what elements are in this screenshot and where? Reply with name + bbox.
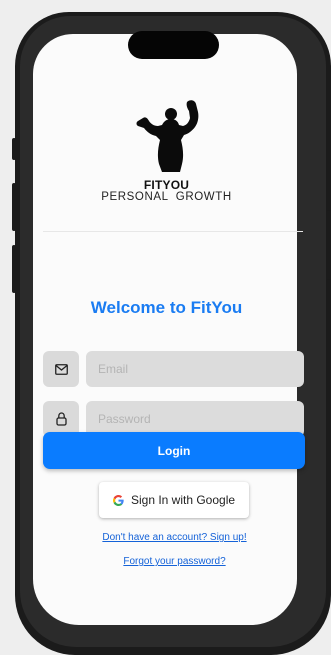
- google-sign-in-label: Sign In with Google: [130, 493, 236, 507]
- email-icon-box: [43, 351, 79, 387]
- signup-link-row: Don't have an account? Sign up!: [18, 532, 331, 543]
- forgot-link-row: Forgot your password?: [18, 556, 331, 567]
- brand-tagline: PERSONAL GROWTH: [101, 191, 232, 203]
- google-sign-in-button[interactable]: Sign In with Google: [99, 482, 249, 518]
- google-g-icon: [112, 494, 124, 506]
- side-button-volume-down: [12, 245, 16, 293]
- email-field[interactable]: [86, 351, 304, 387]
- welcome-title: Welcome to FitYou: [90, 298, 243, 317]
- lock-icon: [55, 412, 67, 426]
- header-divider: [43, 231, 303, 232]
- forgot-password-link[interactable]: Forgot your password?: [123, 556, 225, 567]
- side-button-power: [327, 210, 331, 280]
- envelope-icon: [54, 363, 68, 375]
- dynamic-island: [128, 31, 219, 59]
- side-button-mute: [12, 138, 16, 160]
- login-button[interactable]: Login: [43, 432, 305, 469]
- side-button-volume-up: [12, 183, 16, 231]
- screen-content: FITYOU PERSONAL GROWTH Welcome to FitYou…: [18, 0, 315, 655]
- signup-link[interactable]: Don't have an account? Sign up!: [102, 532, 246, 543]
- bodybuilder-logo: [136, 100, 199, 172]
- brand-name: FITYOU: [143, 178, 190, 192]
